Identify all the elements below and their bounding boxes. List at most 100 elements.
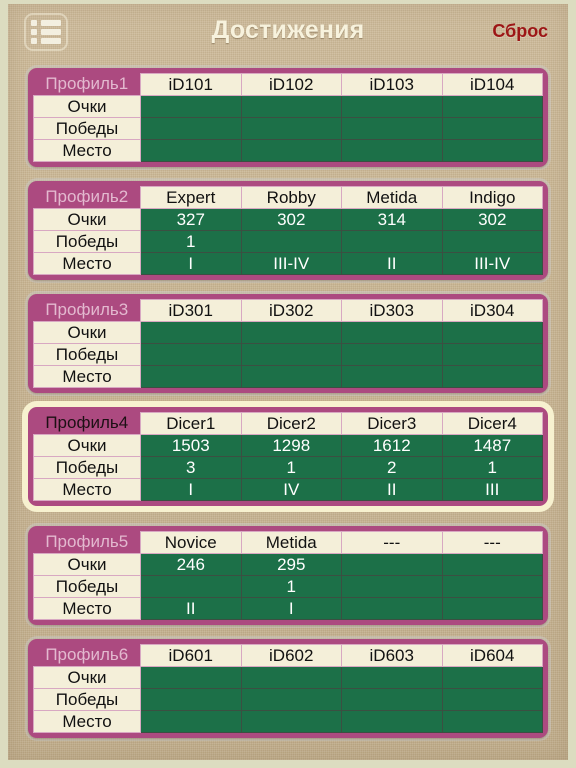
stat-cell: 1 xyxy=(441,456,543,479)
stat-cell xyxy=(240,710,342,733)
table-row: Очки xyxy=(33,95,543,118)
stat-cell: 246 xyxy=(140,553,242,576)
table-row: Очки 246 295 xyxy=(33,553,543,576)
stat-cell xyxy=(140,575,242,598)
stat-cell: II xyxy=(341,252,443,275)
stat-cell xyxy=(441,365,543,388)
player-name-header: Novice xyxy=(140,531,242,554)
stat-cell: III-IV xyxy=(240,252,342,275)
profile-name[interactable]: Профиль3 xyxy=(34,300,141,322)
stat-cell xyxy=(341,365,443,388)
profile-card[interactable]: Профиль2 Expert Robby Metida Indigo Очки 327 30… xyxy=(28,181,548,280)
profile-name[interactable]: Профиль1 xyxy=(34,74,141,96)
stat-cell xyxy=(441,666,543,689)
stat-cell xyxy=(240,139,342,162)
row-label: Победы xyxy=(33,688,141,711)
profile-card[interactable]: Профиль5 Novice Metida --- --- Очки 246 295 Побе… xyxy=(28,526,548,625)
table-row: Очки 327 302 314 302 xyxy=(33,208,543,231)
stat-cell: 3 xyxy=(140,456,242,479)
stat-cell: IV xyxy=(240,478,342,501)
profile-card[interactable]: Профиль1 iD101 iD102 iD103 iD104 Очки Победы Ме… xyxy=(28,68,548,167)
player-name-header: iD303 xyxy=(341,299,443,322)
profile-header-row: Профиль3 iD301 iD302 iD303 iD304 xyxy=(34,299,543,322)
row-label: Победы xyxy=(33,343,141,366)
profile-table: Профиль6 iD601 iD602 iD603 iD604 Очки Победы Ме… xyxy=(33,644,543,733)
player-name-header: iD304 xyxy=(441,299,543,322)
table-row: Место xyxy=(33,139,543,162)
table-row: Очки 1503 1298 1612 1487 xyxy=(33,434,543,457)
stat-cell xyxy=(140,666,242,689)
player-name-header: Dicer4 xyxy=(441,412,543,435)
stat-cell: II xyxy=(341,478,443,501)
stat-cell: 314 xyxy=(341,208,443,231)
table-row: Место I IV II III xyxy=(33,478,543,501)
stat-cell xyxy=(441,117,543,140)
player-name-header: iD603 xyxy=(341,644,443,667)
profile-name[interactable]: Профиль2 xyxy=(34,187,141,209)
profile-name[interactable]: Профиль4 xyxy=(34,413,141,435)
row-label: Очки xyxy=(33,95,141,118)
stat-cell: II xyxy=(140,597,242,620)
row-label: Победы xyxy=(33,230,141,253)
page-title: Достижения xyxy=(211,16,365,44)
row-label: Место xyxy=(33,365,141,388)
player-name-header: Metida xyxy=(240,531,342,554)
stat-cell: III-IV xyxy=(441,252,543,275)
profile-header-row: Профиль4 Dicer1 Dicer2 Dicer3 Dicer4 xyxy=(34,412,543,435)
stat-cell: I xyxy=(240,597,342,620)
stat-cell xyxy=(441,139,543,162)
stat-cell xyxy=(341,710,443,733)
player-name-header: iD104 xyxy=(441,73,543,96)
stat-cell xyxy=(140,688,242,711)
stat-cell: 302 xyxy=(441,208,543,231)
profile-table: Профиль4 Dicer1 Dicer2 Dicer3 Dicer4 Очки 1503… xyxy=(33,412,543,501)
stat-cell: III xyxy=(441,478,543,501)
stat-cell xyxy=(341,117,443,140)
row-label: Место xyxy=(33,597,141,620)
stat-cell: 1 xyxy=(140,230,242,253)
stat-cell xyxy=(240,117,342,140)
profile-name[interactable]: Профиль5 xyxy=(34,532,141,554)
player-name-header: iD602 xyxy=(240,644,342,667)
app-header: Достижения Сброс xyxy=(8,4,568,62)
stat-cell: I xyxy=(140,478,242,501)
profile-card[interactable]: Профиль3 iD301 iD302 iD303 iD304 Очки Победы Ме… xyxy=(28,294,548,393)
stat-cell: 327 xyxy=(140,208,242,231)
table-row: Место I III-IV II III-IV xyxy=(33,252,543,275)
profile-card[interactable]: Профиль4 Dicer1 Dicer2 Dicer3 Dicer4 Очки 1503… xyxy=(28,407,548,506)
row-label: Победы xyxy=(33,117,141,140)
stat-cell xyxy=(341,95,443,118)
player-name-header: --- xyxy=(441,531,543,554)
stat-cell xyxy=(240,365,342,388)
profile-name[interactable]: Профиль6 xyxy=(34,645,141,667)
row-label: Победы xyxy=(33,456,141,479)
stat-cell xyxy=(240,688,342,711)
table-row: Победы xyxy=(33,688,543,711)
stat-cell xyxy=(341,139,443,162)
table-row: Место II I xyxy=(33,597,543,620)
table-row: Место xyxy=(33,365,543,388)
player-name-header: iD302 xyxy=(240,299,342,322)
app-root: Достижения Сброс Профиль1 iD101 iD102 iD103… xyxy=(8,4,568,760)
stat-cell xyxy=(441,688,543,711)
profile-card[interactable]: Профиль6 iD601 iD602 iD603 iD604 Очки Победы Ме… xyxy=(28,639,548,738)
row-label: Очки xyxy=(33,321,141,344)
player-name-header: Robby xyxy=(240,186,342,209)
stat-cell xyxy=(240,343,342,366)
player-name-header: Dicer2 xyxy=(240,412,342,435)
player-name-header: Indigo xyxy=(441,186,543,209)
row-label: Очки xyxy=(33,208,141,231)
profile-header-row: Профиль2 Expert Robby Metida Indigo xyxy=(34,186,543,209)
stat-cell xyxy=(341,597,443,620)
stat-cell: 2 xyxy=(341,456,443,479)
profile-table: Профиль2 Expert Robby Metida Indigo Очки 327 30… xyxy=(33,186,543,275)
profile-header-row: Профиль5 Novice Metida --- --- xyxy=(34,531,543,554)
table-row: Победы 1 xyxy=(33,575,543,598)
stat-cell xyxy=(240,321,342,344)
player-name-header: Metida xyxy=(341,186,443,209)
stat-cell xyxy=(441,575,543,598)
profile-table: Профиль5 Novice Metida --- --- Очки 246 295 Побе… xyxy=(33,531,543,620)
reset-button[interactable]: Сброс xyxy=(492,21,548,42)
table-row: Очки xyxy=(33,321,543,344)
row-label: Победы xyxy=(33,575,141,598)
